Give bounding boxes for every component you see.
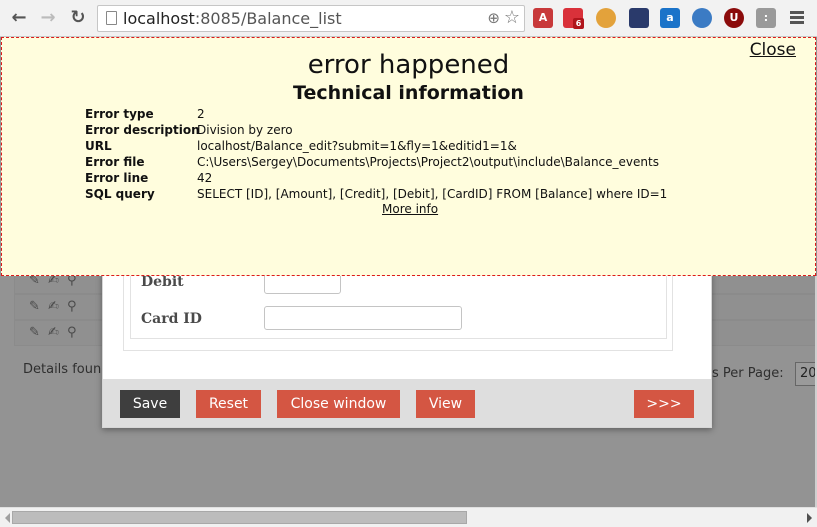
save-button[interactable]: Save bbox=[120, 390, 180, 418]
per-page-label: s Per Page: bbox=[712, 366, 784, 381]
chrome-menu-icon[interactable] bbox=[790, 11, 804, 26]
view-button[interactable]: View bbox=[416, 390, 475, 418]
error-line-row: Error line 42 bbox=[85, 171, 213, 185]
book-extension-icon[interactable]: A bbox=[533, 8, 553, 28]
edit-modal: Debit Card ID Save Reset Close window Vi… bbox=[102, 263, 712, 428]
url-text[interactable]: localhost:8085/Balance_list bbox=[123, 9, 342, 28]
more-info-link[interactable]: More info bbox=[382, 202, 438, 216]
sql-query-row: SQL query SELECT [ID], [Amount], [Credit]… bbox=[85, 187, 668, 201]
card-id-label: Card ID bbox=[141, 311, 202, 327]
error-details-table: Error type 2 Error descriptionDivision by… bbox=[85, 106, 667, 202]
row-action-icons[interactable]: ✎ ✍ ⚲ bbox=[29, 299, 79, 314]
technical-info-heading: Technical information bbox=[293, 82, 524, 104]
row-action-icons[interactable]: ✎ ✍ ⚲ bbox=[29, 325, 79, 340]
browser-toolbar: ← → ↻ localhost:8085/Balance_list ⊕ ☆ A 6… bbox=[0, 0, 817, 37]
bookmark-star-icon[interactable]: ☆ bbox=[504, 7, 520, 28]
address-bar[interactable]: localhost:8085/Balance_list ⊕ ☆ bbox=[97, 5, 525, 32]
card-id-input[interactable] bbox=[264, 306, 462, 330]
bird-extension-icon[interactable]: 6 bbox=[563, 8, 584, 29]
close-window-button[interactable]: Close window bbox=[277, 390, 400, 418]
speedometer-extension-icon[interactable] bbox=[629, 8, 649, 28]
modal-footer: Save Reset Close window View >>> bbox=[103, 379, 711, 427]
horizontal-scrollbar[interactable] bbox=[0, 507, 817, 527]
forward-button[interactable]: → bbox=[38, 8, 58, 28]
plug-extension-icon[interactable]: : bbox=[756, 8, 776, 28]
error-url-row: URL localhost/Balance_edit?submit=1&fly=1… bbox=[85, 139, 517, 153]
error-file-row: Error file C:\Users\Sergey\Documents\Proj… bbox=[85, 155, 659, 169]
reset-button[interactable]: Reset bbox=[196, 390, 261, 418]
ublock-extension-icon[interactable]: U bbox=[724, 8, 744, 28]
error-title: error happened bbox=[307, 50, 510, 80]
reload-button[interactable]: ↻ bbox=[68, 8, 88, 28]
scroll-left-arrow-icon[interactable] bbox=[5, 513, 10, 523]
back-button[interactable]: ← bbox=[9, 8, 29, 28]
error-panel: Close error happened Technical informati… bbox=[1, 37, 816, 276]
cookie-extension-icon[interactable] bbox=[596, 8, 616, 28]
debit-label: Debit bbox=[141, 274, 184, 290]
scroll-right-arrow-icon[interactable] bbox=[807, 513, 812, 523]
scrollbar-thumb[interactable] bbox=[12, 511, 467, 524]
next-record-button[interactable]: >>> bbox=[634, 390, 694, 418]
error-type-row: Error type 2 bbox=[85, 107, 205, 121]
error-description-row: Error descriptionDivision by zero bbox=[85, 123, 293, 137]
details-found-text: Details foun bbox=[23, 362, 102, 377]
amazon-extension-icon[interactable]: a bbox=[660, 8, 680, 28]
zoom-icon[interactable]: ⊕ bbox=[487, 9, 500, 27]
globe-extension-icon[interactable] bbox=[692, 8, 712, 28]
per-page-select[interactable]: 20 bbox=[795, 362, 817, 386]
page-icon bbox=[106, 11, 117, 25]
extension-badge: 6 bbox=[573, 18, 584, 29]
